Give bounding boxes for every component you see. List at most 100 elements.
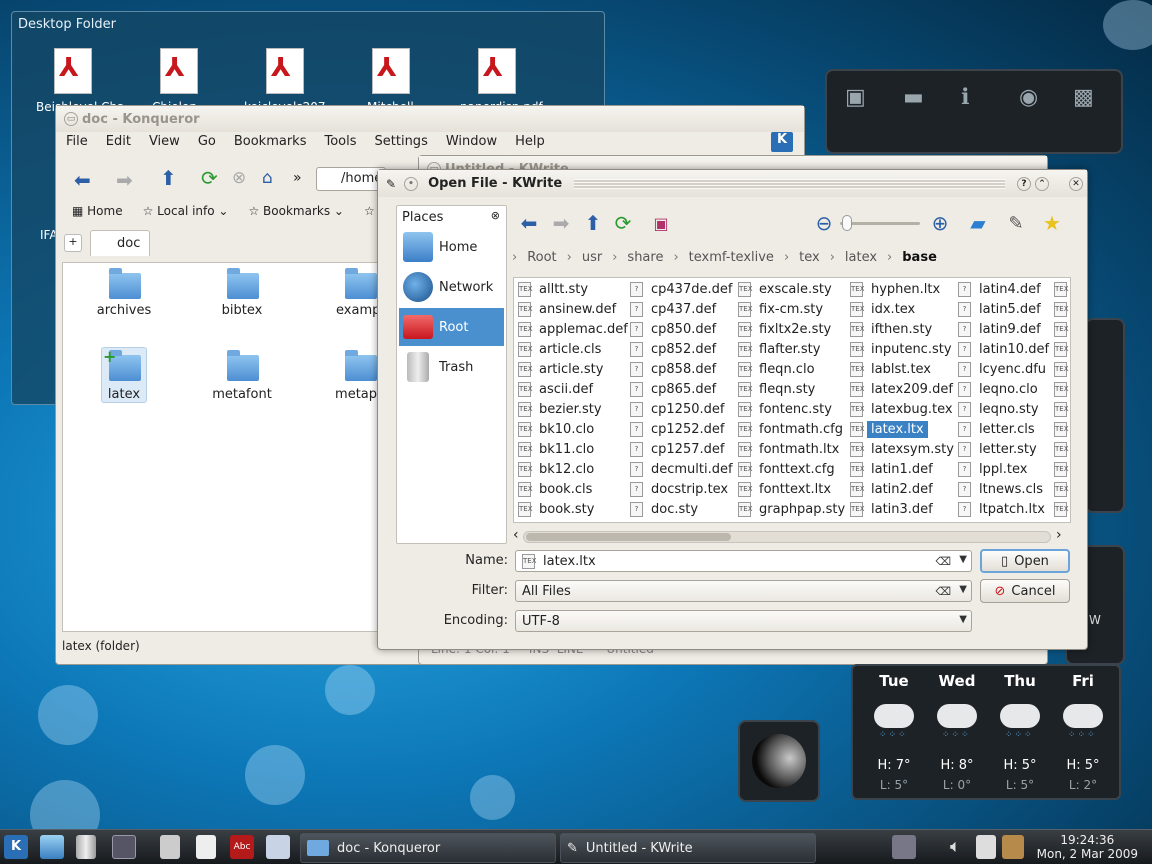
file-item[interactable]: TEX: [1054, 299, 1070, 319]
folder-icon[interactable]: [227, 268, 259, 299]
new-folder-icon[interactable]: ▰: [965, 210, 991, 236]
file-item[interactable]: ? latin9.def: [958, 319, 1049, 339]
preview-icon[interactable]: ▣: [648, 210, 674, 236]
file-item[interactable]: TEX: [1054, 459, 1070, 479]
file-item[interactable]: TEX hyphen.ltx: [850, 279, 954, 299]
file-item[interactable]: TEX ascii.def: [518, 379, 628, 399]
file-item[interactable]: ? latin10.def: [958, 339, 1049, 359]
file-item[interactable]: TEX book.cls: [518, 479, 628, 499]
file-item[interactable]: TEX flafter.sty: [738, 339, 845, 359]
file-item[interactable]: TEX bk11.clo: [518, 439, 628, 459]
file-item[interactable]: TEX fonttext.ltx: [738, 479, 845, 499]
location-bar[interactable]: /home: [316, 167, 386, 191]
file-item[interactable]: TEX: [1054, 399, 1070, 419]
encoding-combo[interactable]: UTF-8 ▼: [515, 610, 972, 632]
menu-tools[interactable]: Tools: [324, 134, 356, 149]
file-item[interactable]: ? lcyenc.dfu: [958, 359, 1049, 379]
breadcrumb-item[interactable]: share: [627, 250, 663, 265]
filter-combo[interactable]: All Files ⌫ ▼: [515, 580, 972, 602]
forward-icon[interactable]: ➡: [116, 168, 133, 192]
file-item[interactable]: TEX inputenc.sty: [850, 339, 954, 359]
folder-icon[interactable]: [345, 350, 377, 381]
file-item[interactable]: ? cp437de.def: [630, 279, 733, 299]
file-item[interactable]: TEX fix-cm.sty: [738, 299, 845, 319]
chevron-down-icon[interactable]: ▼: [959, 554, 967, 565]
grid-icon[interactable]: ▩: [1073, 85, 1094, 110]
file-item[interactable]: TEX idx.tex: [850, 299, 954, 319]
pdf-file-icon[interactable]: ⅄: [160, 48, 198, 94]
notes-icon[interactable]: [196, 835, 216, 859]
zoom-in-icon[interactable]: ⊕: [927, 210, 953, 236]
zoom-slider[interactable]: [840, 215, 920, 231]
pdf-file-icon[interactable]: ⅄: [266, 48, 304, 94]
breadcrumb-current[interactable]: base: [902, 250, 937, 265]
file-item[interactable]: ? docstrip.tex: [630, 479, 733, 499]
file-item[interactable]: TEX: [1054, 359, 1070, 379]
file-item[interactable]: TEX exscale.sty: [738, 279, 845, 299]
file-item[interactable]: TEX fonttext.cfg: [738, 459, 845, 479]
bookmark-local-info[interactable]: ☆ Local info ⌄: [143, 204, 229, 218]
file-item[interactable]: TEX fontmath.ltx: [738, 439, 845, 459]
name-field[interactable]: TEX latex.ltx ⌫ ▼: [515, 550, 972, 572]
file-item[interactable]: TEX: [1054, 499, 1070, 519]
pdf-file-icon[interactable]: ⅄: [478, 48, 516, 94]
file-item[interactable]: ? decmulti.def: [630, 459, 733, 479]
file-item[interactable]: TEX ifthen.sty: [850, 319, 954, 339]
file-item[interactable]: TEX fontenc.sty: [738, 399, 845, 419]
file-item[interactable]: TEX: [1054, 439, 1070, 459]
file-item[interactable]: TEX: [1054, 339, 1070, 359]
file-item[interactable]: TEX fleqn.clo: [738, 359, 845, 379]
file-item[interactable]: ? ltpatch.ltx: [958, 499, 1049, 519]
clear-icon[interactable]: ⌫: [935, 585, 951, 598]
kde-menu-icon[interactable]: K: [4, 835, 28, 859]
file-item[interactable]: TEX lablst.tex: [850, 359, 954, 379]
menu-help[interactable]: Help: [515, 134, 545, 149]
up-icon[interactable]: ⬆: [580, 210, 606, 236]
file-item[interactable]: ? letter.cls: [958, 419, 1049, 439]
chevron-down-icon[interactable]: ▼: [959, 584, 967, 595]
konqueror-tab[interactable]: doc: [90, 230, 150, 256]
back-icon[interactable]: ⬅: [74, 168, 91, 192]
dictionary-icon[interactable]: Abc: [230, 835, 254, 859]
file-item[interactable]: TEX latex209.def: [850, 379, 954, 399]
file-item[interactable]: ? letter.sty: [958, 439, 1049, 459]
cancel-button[interactable]: ⊘ Cancel: [980, 579, 1070, 603]
back-icon[interactable]: ⬅: [516, 210, 542, 236]
file-item[interactable]: TEX graphpap.sty: [738, 499, 845, 519]
open-button[interactable]: ▯ Open: [980, 549, 1070, 573]
scrollbar-thumb[interactable]: [526, 533, 731, 541]
clipboard-icon[interactable]: [976, 835, 996, 859]
file-item[interactable]: TEX latin3.def: [850, 499, 954, 519]
place-root[interactable]: Root: [399, 308, 504, 346]
scroll-right-icon[interactable]: ›: [1056, 527, 1062, 543]
calculator-icon[interactable]: [160, 835, 180, 859]
menu-go[interactable]: Go: [198, 134, 216, 149]
dialog-titlebar[interactable]: ✎ • Open File - KWrite ? ⌃ ✕: [378, 170, 1087, 197]
task-kwrite[interactable]: ✎ Untitled - KWrite: [560, 833, 816, 863]
file-item[interactable]: TEX latexsym.sty: [850, 439, 954, 459]
file-item[interactable]: ? cp1257.def: [630, 439, 733, 459]
pager-icon[interactable]: [112, 835, 136, 859]
reload-icon[interactable]: ⟳: [610, 210, 636, 236]
file-item[interactable]: TEX bk10.clo: [518, 419, 628, 439]
file-item[interactable]: TEX applemac.def: [518, 319, 628, 339]
file-item[interactable]: ? cp1252.def: [630, 419, 733, 439]
horizontal-scrollbar[interactable]: [523, 531, 1051, 543]
file-item[interactable]: ? ltnews.cls: [958, 479, 1049, 499]
file-item[interactable]: TEX fixltx2e.sty: [738, 319, 845, 339]
file-item[interactable]: ? cp858.def: [630, 359, 733, 379]
folder-label[interactable]: metafont: [187, 387, 297, 402]
new-tab-icon[interactable]: +: [64, 234, 82, 252]
folder-label[interactable]: bibtex: [187, 303, 297, 318]
file-item[interactable]: TEX: [1054, 419, 1070, 439]
trash-icon[interactable]: [76, 835, 96, 859]
file-item[interactable]: ? lppl.tex: [958, 459, 1049, 479]
file-item[interactable]: TEX fontmath.cfg: [738, 419, 845, 439]
home-icon[interactable]: ⌂: [262, 168, 273, 188]
breadcrumb-item[interactable]: latex: [845, 250, 877, 265]
up-icon[interactable]: ⬆: [160, 166, 177, 190]
file-item[interactable]: TEX latin1.def: [850, 459, 954, 479]
file-item[interactable]: TEX latin2.def: [850, 479, 954, 499]
bookmark-bookmarks[interactable]: ☆ Bookmarks ⌄: [248, 204, 344, 218]
maximize-icon[interactable]: ⌃: [1035, 176, 1049, 191]
